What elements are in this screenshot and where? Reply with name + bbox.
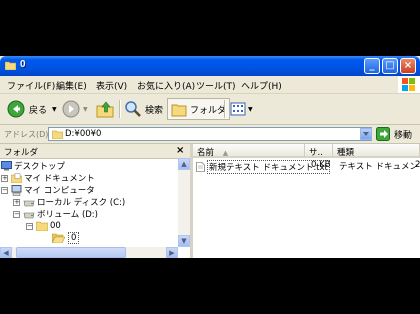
tree-vertical-scrollbar[interactable]: ▲ ▼	[178, 158, 190, 247]
collapse-icon[interactable]: −	[1, 186, 8, 194]
sort-ascending-icon: ▲	[222, 149, 229, 157]
address-dropdown-icon[interactable]	[360, 128, 372, 140]
back-button[interactable]: 戻る ▼	[7, 98, 57, 120]
windows-logo-icon	[398, 76, 420, 93]
tree-item-label: ボリューム (D:)	[37, 210, 98, 220]
explorer-window: 0 _ □ × ファイル(F) 編集(E) 表示(V) お気に入り(A) ツール…	[0, 56, 420, 258]
folder-pane-header: フォルダ ×	[0, 144, 190, 159]
file-type: テキスト ドキュメント	[339, 162, 420, 172]
up-folder-icon	[96, 101, 114, 118]
drive-icon	[23, 212, 35, 218]
window-title: 0	[20, 59, 26, 70]
tree-item-folder-00[interactable]: − 00	[26, 220, 61, 232]
go-label: 移動	[394, 130, 413, 141]
content-area: フォルダ × デスクトップ + マイ ドキュメント − マイ コンピュータ + …	[0, 144, 420, 258]
search-label: 検索	[145, 105, 164, 116]
drive-icon	[23, 200, 35, 206]
open-folder-icon	[52, 233, 65, 243]
search-button[interactable]: 検索	[124, 98, 163, 120]
documents-folder-icon	[11, 173, 22, 183]
minimize-button[interactable]: _	[364, 58, 380, 74]
menu-bar: ファイル(F) 編集(E) 表示(V) お気に入り(A) ツール(T) ヘルプ(…	[0, 76, 420, 94]
menu-edit[interactable]: 編集(E)	[56, 79, 87, 92]
views-icon	[230, 102, 246, 116]
file-list-pane: 名前 ▲ サ.. 種類 新規テキスト ドキュメント.txt 0 KB テキスト …	[193, 144, 420, 258]
expand-icon[interactable]: +	[13, 198, 20, 206]
folder-pane-title: フォルダ	[4, 148, 39, 158]
close-button[interactable]: ×	[400, 58, 416, 74]
toolbar-separator	[224, 100, 226, 118]
tree-item-label: マイ ドキュメント	[24, 174, 95, 184]
search-icon	[125, 101, 141, 117]
back-arrow-icon	[7, 100, 25, 118]
forward-button[interactable]: ▼	[62, 98, 88, 120]
file-extra-column: 2	[415, 160, 420, 170]
tree-item-label: 00	[50, 221, 61, 231]
folders-label: フォルダ	[190, 105, 227, 116]
address-bar: アドレス(D) D:¥00¥0 移動	[0, 125, 420, 144]
title-bar[interactable]: 0 _ □ ×	[0, 56, 420, 76]
views-dropdown-icon[interactable]: ▼	[248, 106, 253, 113]
tree-item-my-documents[interactable]: + マイ ドキュメント	[1, 172, 95, 184]
scroll-down-icon[interactable]: ▼	[178, 235, 190, 247]
column-header-type[interactable]: 種類	[333, 144, 420, 158]
tree-item-label: マイ コンピュータ	[24, 186, 95, 196]
tree-item-volume-d[interactable]: − ボリューム (D:)	[13, 208, 98, 220]
menu-favorites[interactable]: お気に入り(A)	[137, 79, 195, 92]
forward-arrow-icon	[62, 100, 80, 118]
views-button[interactable]: ▼	[230, 98, 253, 120]
tree-item-label: デスクトップ	[14, 162, 66, 172]
toolbar: 戻る ▼ ▼ 検索 フォルダ ▼	[0, 94, 420, 125]
text-file-icon	[196, 162, 205, 172]
tree-item-local-disk-c[interactable]: + ローカル ディスク (C:)	[13, 196, 125, 208]
go-button[interactable]: 移動	[376, 127, 412, 141]
back-dropdown-icon[interactable]: ▼	[52, 106, 57, 113]
file-name-cell[interactable]: 新規テキスト ドキュメント.txt	[196, 160, 330, 174]
scroll-up-icon[interactable]: ▲	[178, 158, 190, 170]
menu-view[interactable]: 表示(V)	[96, 79, 127, 92]
folder-icon	[36, 221, 48, 231]
scroll-left-icon[interactable]: ◀	[0, 247, 12, 258]
scroll-thumb[interactable]	[16, 247, 126, 258]
close-icon[interactable]: ×	[176, 145, 184, 156]
back-label: 戻る	[29, 105, 48, 116]
address-label: アドレス(D)	[4, 130, 49, 139]
column-header-name[interactable]: 名前 ▲	[193, 144, 305, 158]
collapse-icon[interactable]: −	[13, 210, 20, 218]
tree-item-desktop[interactable]: デスクトップ	[1, 160, 65, 172]
forward-dropdown-icon[interactable]: ▼	[83, 106, 88, 113]
tree-item-label: 0	[68, 232, 80, 244]
expand-icon[interactable]: +	[1, 174, 8, 182]
up-folder-button[interactable]	[96, 98, 114, 120]
folders-icon	[171, 104, 187, 117]
toolbar-separator	[119, 100, 121, 118]
tree-item-label: ローカル ディスク (C:)	[37, 198, 126, 208]
tree-item-my-computer[interactable]: − マイ コンピュータ	[1, 184, 95, 196]
computer-icon	[11, 184, 22, 196]
menu-file[interactable]: ファイル(F)	[7, 79, 55, 92]
menu-tools[interactable]: ツール(T)	[196, 79, 236, 92]
desktop-icon	[1, 161, 12, 171]
collapse-icon[interactable]: −	[26, 222, 33, 230]
maximize-button[interactable]: □	[382, 58, 398, 74]
folder-icon	[5, 61, 16, 70]
folder-tree-pane: フォルダ × デスクトップ + マイ ドキュメント − マイ コンピュータ + …	[0, 144, 193, 258]
column-header-size[interactable]: サ..	[305, 144, 333, 158]
folder-icon	[52, 130, 63, 139]
folders-button[interactable]: フォルダ	[167, 98, 231, 120]
scroll-right-icon[interactable]: ▶	[166, 247, 178, 258]
tree-item-folder-0[interactable]: 0	[52, 232, 80, 244]
address-input[interactable]: D:¥00¥0	[48, 127, 372, 141]
go-arrow-icon	[376, 127, 390, 141]
tree-horizontal-scrollbar[interactable]: ◀ ▶	[0, 247, 178, 258]
address-value: D:¥00¥0	[65, 129, 102, 139]
file-size: 0 KB	[311, 160, 331, 170]
menu-help[interactable]: ヘルプ(H)	[241, 79, 282, 92]
